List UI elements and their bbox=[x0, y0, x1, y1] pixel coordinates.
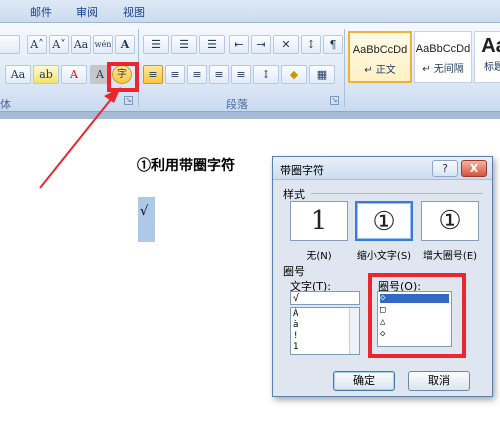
arrow-shaft bbox=[39, 97, 113, 189]
arrow-head bbox=[104, 87, 121, 103]
annotation-arrow bbox=[39, 87, 121, 189]
